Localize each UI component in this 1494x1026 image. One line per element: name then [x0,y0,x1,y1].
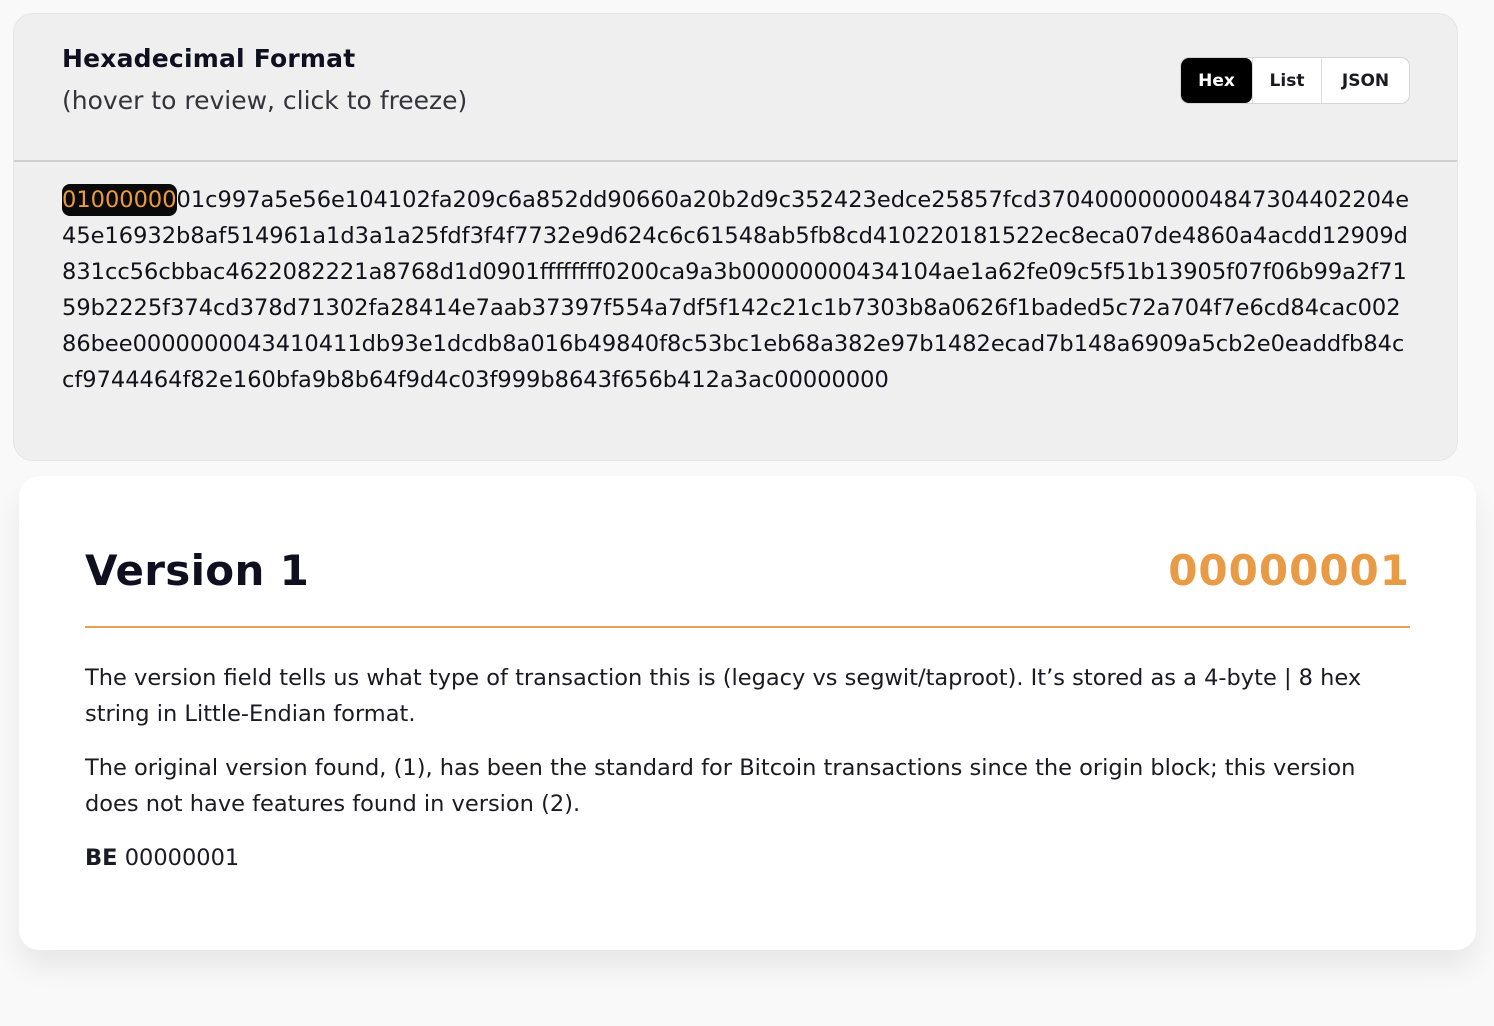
hex-segment-version[interactable]: 01000000 [62,184,177,216]
hex-segment-rest[interactable]: 01c997a5e56e104102fa209c6a852dd90660a20b… [62,187,1409,393]
be-value: 00000001 [124,845,240,871]
hex-panel-header: Hexadecimal Format (hover to review, cli… [14,14,1457,162]
panel-subtitle: (hover to review, click to freeze) [62,86,468,115]
big-endian-line: BE 00000001 [85,840,1405,876]
field-detail-header: Version 1 00000001 [85,546,1410,628]
field-detail-card: Version 1 00000001 The version field tel… [19,476,1476,950]
field-description: The version field tells us what type of … [85,660,1405,876]
format-hex-button[interactable]: Hex [1181,58,1252,103]
description-paragraph: The original version found, (1), has bee… [85,755,1356,817]
format-toggle: Hex List JSON [1180,57,1410,104]
hex-panel: Hexadecimal Format (hover to review, cli… [13,13,1458,461]
format-list-button[interactable]: List [1252,58,1321,103]
be-label: BE [85,845,118,871]
raw-transaction-hex[interactable]: 0100000001c997a5e56e104102fa209c6a852dd9… [62,182,1412,398]
field-name-heading: Version 1 [85,546,310,595]
description-paragraph: The version field tells us what type of … [85,665,1362,727]
format-json-button[interactable]: JSON [1321,58,1409,103]
panel-title: Hexadecimal Format [62,44,356,73]
field-hex-value: 00000001 [1168,546,1410,595]
